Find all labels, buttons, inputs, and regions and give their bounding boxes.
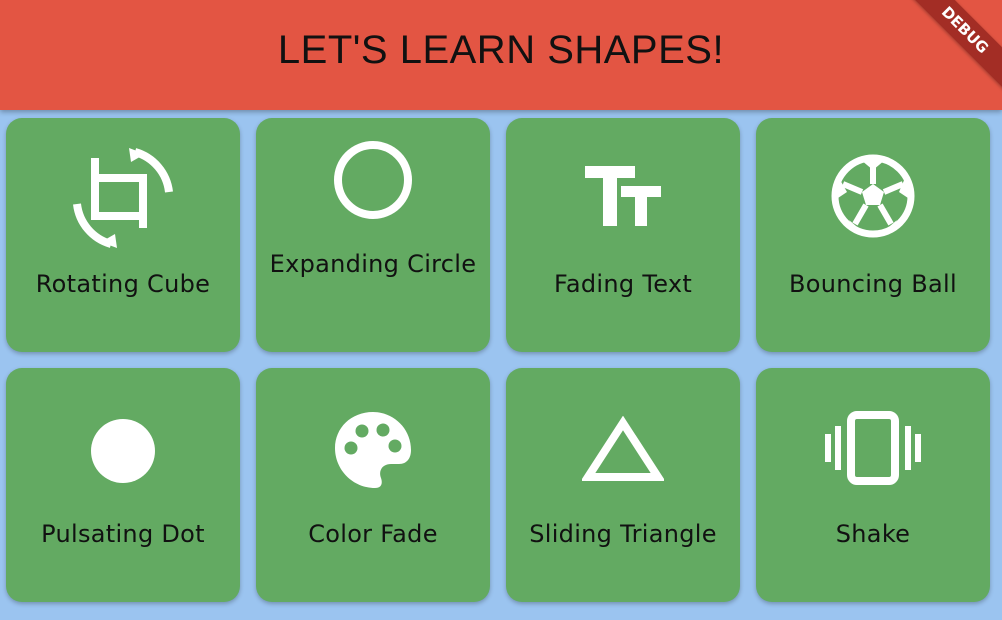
crop-rotate-icon [6,148,240,248]
text-fields-icon [506,164,740,228]
card-sliding-triangle[interactable]: Sliding Triangle [506,368,740,602]
filled-circle-icon [6,418,240,484]
card-rotating-cube[interactable]: Rotating Cube [6,118,240,352]
card-label: Color Fade [308,520,438,548]
vibration-icon [756,410,990,486]
card-color-fade[interactable]: Color Fade [256,368,490,602]
card-label: Expanding Circle [269,250,477,278]
circle-outline-icon [256,140,490,220]
shapes-grid: Rotating Cube Expanding Circle Fading Te… [6,118,990,602]
palette-icon [256,408,490,492]
app-title: LET'S LEARN SHAPES! [277,28,725,72]
card-label: Shake [835,520,911,548]
card-label: Bouncing Ball [789,270,957,298]
sports-soccer-icon [756,154,990,238]
card-label: Fading Text [553,270,693,298]
card-label: Pulsating Dot [41,520,205,548]
card-pulsating-dot[interactable]: Pulsating Dot [6,368,240,602]
card-label: Sliding Triangle [529,520,717,548]
card-label: Rotating Cube [35,270,211,298]
card-shake[interactable]: Shake [756,368,990,602]
triangle-outline-icon [506,416,740,482]
app-bar: LET'S LEARN SHAPES! DEBUG [0,0,1002,110]
card-fading-text[interactable]: Fading Text [506,118,740,352]
card-expanding-circle[interactable]: Expanding Circle [256,118,490,352]
card-bouncing-ball[interactable]: Bouncing Ball [756,118,990,352]
